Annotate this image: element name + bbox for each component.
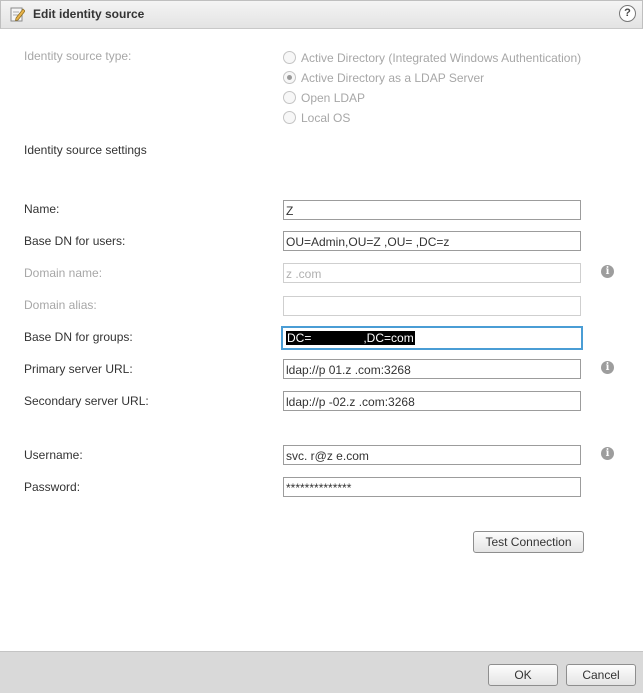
radio-button-selected[interactable]	[283, 71, 296, 84]
radio-ad-ldap[interactable]: Active Directory as a LDAP Server	[283, 71, 484, 87]
domain-alias-label: Domain alias:	[24, 298, 97, 312]
radio-button[interactable]	[283, 51, 296, 64]
name-label: Name:	[24, 202, 60, 216]
dialog-footer: OK Cancel	[0, 651, 643, 693]
info-icon[interactable]: i	[601, 361, 614, 374]
radio-label: Active Directory (Integrated Windows Aut…	[301, 51, 582, 65]
domain-alias-field[interactable]	[283, 296, 581, 316]
radio-button[interactable]	[283, 111, 296, 124]
dialog-titlebar: Edit identity source ?	[0, 0, 643, 29]
identity-source-type-label: Identity source type:	[24, 49, 132, 63]
radio-local-os[interactable]: Local OS	[283, 111, 350, 127]
base-dn-users-field[interactable]: OU=Admin,OU=Z ,OU= ,DC=z	[283, 231, 581, 251]
radio-ad-integrated[interactable]: Active Directory (Integrated Windows Aut…	[283, 51, 581, 67]
base-dn-groups-field[interactable]: DC= ,DC=com	[281, 326, 583, 350]
base-dn-groups-label: Base DN for groups:	[24, 330, 133, 344]
base-dn-users-label: Base DN for users:	[24, 234, 126, 248]
name-field[interactable]: Z	[283, 200, 581, 220]
info-icon[interactable]: i	[601, 265, 614, 278]
settings-heading: Identity source settings	[24, 143, 147, 157]
username-field[interactable]: svc. r@z e.com	[283, 445, 581, 465]
radio-button[interactable]	[283, 91, 296, 104]
ok-button[interactable]: OK	[488, 664, 558, 686]
secondary-url-label: Secondary server URL:	[24, 394, 149, 408]
primary-url-field[interactable]: ldap://p 01.z .com:3268	[283, 359, 581, 379]
selected-text: DC= ,DC=com	[286, 331, 415, 345]
password-label: Password:	[24, 480, 81, 494]
radio-open-ldap[interactable]: Open LDAP	[283, 91, 365, 107]
domain-name-label: Domain name:	[24, 266, 103, 280]
test-connection-button[interactable]: Test Connection	[473, 531, 584, 553]
radio-label: Open LDAP	[301, 91, 366, 105]
edit-document-icon	[10, 7, 25, 22]
primary-url-label: Primary server URL:	[24, 362, 133, 376]
username-label: Username:	[24, 448, 83, 462]
radio-label: Local OS	[301, 111, 351, 125]
radio-label: Active Directory as a LDAP Server	[301, 71, 485, 85]
password-field[interactable]: **************	[283, 477, 581, 497]
dialog-title: Edit identity source	[33, 7, 145, 21]
info-icon[interactable]: i	[601, 447, 614, 460]
help-icon[interactable]: ?	[619, 5, 636, 22]
domain-name-field[interactable]: z .com	[283, 263, 581, 283]
secondary-url-field[interactable]: ldap://p -02.z .com:3268	[283, 391, 581, 411]
cancel-button[interactable]: Cancel	[566, 664, 636, 686]
